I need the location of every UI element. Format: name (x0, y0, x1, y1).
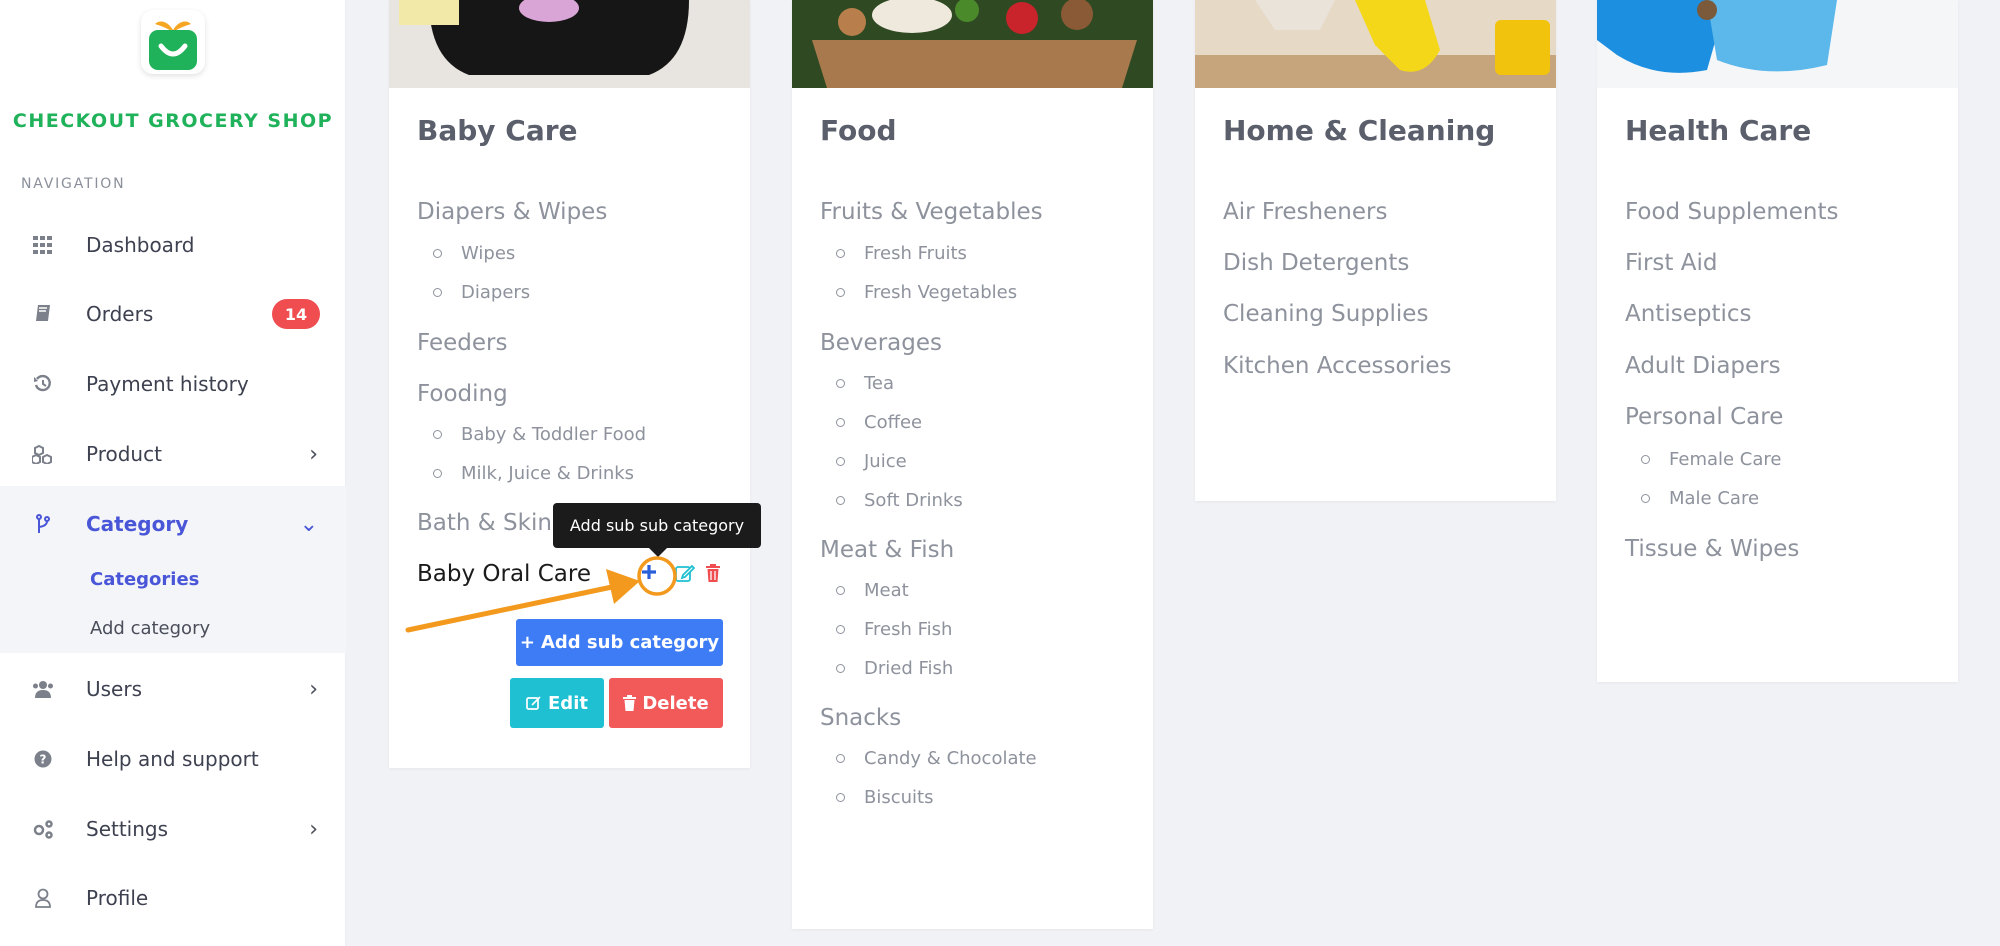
svg-text:?: ? (40, 753, 47, 767)
subcategory-fooding[interactable]: Fooding (417, 381, 508, 407)
history-icon (30, 371, 56, 397)
brand-name: CHECKOUT GROCERY SHOP (12, 110, 334, 132)
question-circle-icon: ? (30, 746, 56, 772)
subcategory-fruits-vegetables[interactable]: Fruits & Vegetables (820, 199, 1043, 225)
trash-icon (623, 695, 637, 711)
sidebar-item-label: Help and support (86, 747, 259, 771)
sidebar-item-orders[interactable]: Orders 14 (0, 284, 346, 344)
home-cleaning-image (1195, 0, 1556, 88)
subcategory-beverages[interactable]: Beverages (820, 330, 942, 356)
sidebar-item-label: Users (86, 677, 143, 701)
subcategory-tissue-wipes[interactable]: Tissue & Wipes (1625, 536, 1799, 562)
sidebar-item-label: Settings (86, 817, 169, 841)
sidebar-item-settings[interactable]: Settings › (0, 799, 346, 859)
sidebar-item-label: Product (86, 442, 162, 466)
subsub-baby-toddler-food[interactable]: Baby & Toddler Food (432, 424, 646, 445)
subcategory-antiseptics[interactable]: Antiseptics (1625, 301, 1752, 327)
tooltip: Add sub sub category (553, 503, 761, 557)
sidebar-item-label: Payment history (86, 372, 249, 396)
plus-icon: + (519, 632, 535, 653)
category-card-food: Food Fruits & Vegetables Fresh Fruits Fr… (792, 0, 1153, 929)
edit-icon[interactable] (675, 563, 696, 583)
subcategory-dish-detergents[interactable]: Dish Detergents (1223, 250, 1409, 276)
subsub-candy-chocolate[interactable]: Candy & Chocolate (836, 748, 1037, 769)
cubes-icon (30, 441, 56, 467)
grid-icon (30, 232, 56, 258)
sidebar-item-dashboard[interactable]: Dashboard (0, 215, 346, 275)
subsub-diapers[interactable]: Diapers (432, 282, 530, 303)
subcategory-snacks[interactable]: Snacks (820, 705, 901, 731)
category-card-home-cleaning: Home & Cleaning Air Fresheners Dish Dete… (1195, 0, 1556, 501)
sidebar-subitem-add-category[interactable]: Add category (90, 618, 210, 639)
edit-icon (526, 696, 541, 710)
category-card-health-care: Health Care Food Supplements First Aid A… (1597, 0, 1958, 682)
subsub-biscuits[interactable]: Biscuits (835, 787, 933, 808)
sidebar-item-users[interactable]: Users › (0, 659, 346, 719)
subcategory-personal-care[interactable]: Personal Care (1625, 404, 1783, 430)
subsub-milk-juice-drinks[interactable]: Milk, Juice & Drinks (432, 463, 634, 484)
trash-icon[interactable] (705, 563, 721, 583)
sidebar-item-label: Dashboard (86, 233, 195, 257)
add-sub-sub-category-icon[interactable] (637, 560, 661, 584)
subcategory-baby-oral-care[interactable]: Baby Oral Care (417, 561, 591, 587)
subcategory-adult-diapers[interactable]: Adult Diapers (1625, 353, 1781, 379)
subcategory-diapers-wipes[interactable]: Diapers & Wipes (417, 199, 607, 225)
subsub-meat[interactable]: Meat (836, 580, 909, 601)
sidebar-subitem-categories[interactable]: Categories (90, 569, 199, 590)
orders-count-badge: 14 (272, 299, 320, 329)
navigation-heading: NAVIGATION (21, 176, 126, 192)
delete-button[interactable]: Delete (609, 678, 723, 728)
subcategory-food-supplements[interactable]: Food Supplements (1625, 199, 1839, 225)
sidebar-item-help-and-support[interactable]: ? Help and support (0, 729, 346, 789)
category-title: Health Care (1625, 114, 1812, 147)
subcategory-meat-fish[interactable]: Meat & Fish (820, 537, 954, 563)
subcategory-feeders[interactable]: Feeders (417, 330, 507, 356)
shop-logo-icon[interactable] (141, 10, 205, 74)
gears-icon (30, 816, 56, 842)
health-care-image (1597, 0, 1958, 88)
subsub-fresh-vegetables[interactable]: Fresh Vegetables (835, 282, 1017, 303)
chevron-right-icon: › (309, 816, 318, 842)
sidebar: CHECKOUT GROCERY SHOP NAVIGATION Dashboa… (0, 0, 346, 946)
edit-button[interactable]: Edit (510, 678, 604, 728)
subcategory-air-fresheners[interactable]: Air Fresheners (1223, 199, 1387, 225)
sidebar-item-category[interactable]: Category ⌄ (0, 494, 346, 554)
branch-icon (30, 511, 56, 537)
subcategory-kitchen-accessories[interactable]: Kitchen Accessories (1223, 353, 1452, 379)
category-card-baby-care: Baby Care Diapers & Wipes Wipes Diapers … (389, 0, 750, 768)
baby-care-image (389, 0, 750, 88)
category-title: Food (820, 114, 897, 147)
chevron-right-icon: › (309, 441, 318, 467)
user-outline-icon (30, 885, 56, 911)
chevron-right-icon: › (309, 676, 318, 702)
subcategory-cleaning-supplies[interactable]: Cleaning Supplies (1223, 301, 1428, 327)
subsub-soft-drinks[interactable]: Soft Drinks (836, 490, 963, 511)
subsub-male-care[interactable]: Male Care (1640, 488, 1759, 509)
sidebar-item-profile[interactable]: Profile (0, 868, 346, 928)
subsub-coffee[interactable]: Coffee (835, 412, 922, 433)
sidebar-item-label: Category (86, 512, 189, 536)
sidebar-item-label: Orders (86, 302, 154, 326)
sidebar-item-label: Profile (86, 886, 149, 910)
add-sub-category-button[interactable]: + Add sub category (516, 619, 723, 666)
subsub-dried-fish[interactable]: Dried Fish (835, 658, 953, 679)
food-image (792, 0, 1153, 88)
subsub-female-care[interactable]: Female Care (1640, 449, 1781, 470)
subsub-fresh-fish[interactable]: Fresh Fish (835, 619, 952, 640)
subsub-fresh-fruits[interactable]: Fresh Fruits (836, 243, 967, 264)
sidebar-item-payment-history[interactable]: Payment history (0, 354, 346, 414)
category-title: Home & Cleaning (1223, 114, 1496, 147)
sidebar-item-product[interactable]: Product › (0, 424, 346, 484)
subcategory-first-aid[interactable]: First Aid (1625, 250, 1717, 276)
chevron-down-icon: ⌄ (299, 511, 318, 537)
subsub-wipes[interactable]: Wipes (432, 243, 515, 264)
users-icon (30, 676, 56, 702)
subsub-tea[interactable]: Tea (835, 373, 894, 394)
subsub-juice[interactable]: Juice (836, 451, 907, 472)
category-title: Baby Care (417, 114, 578, 147)
book-icon (30, 301, 56, 327)
